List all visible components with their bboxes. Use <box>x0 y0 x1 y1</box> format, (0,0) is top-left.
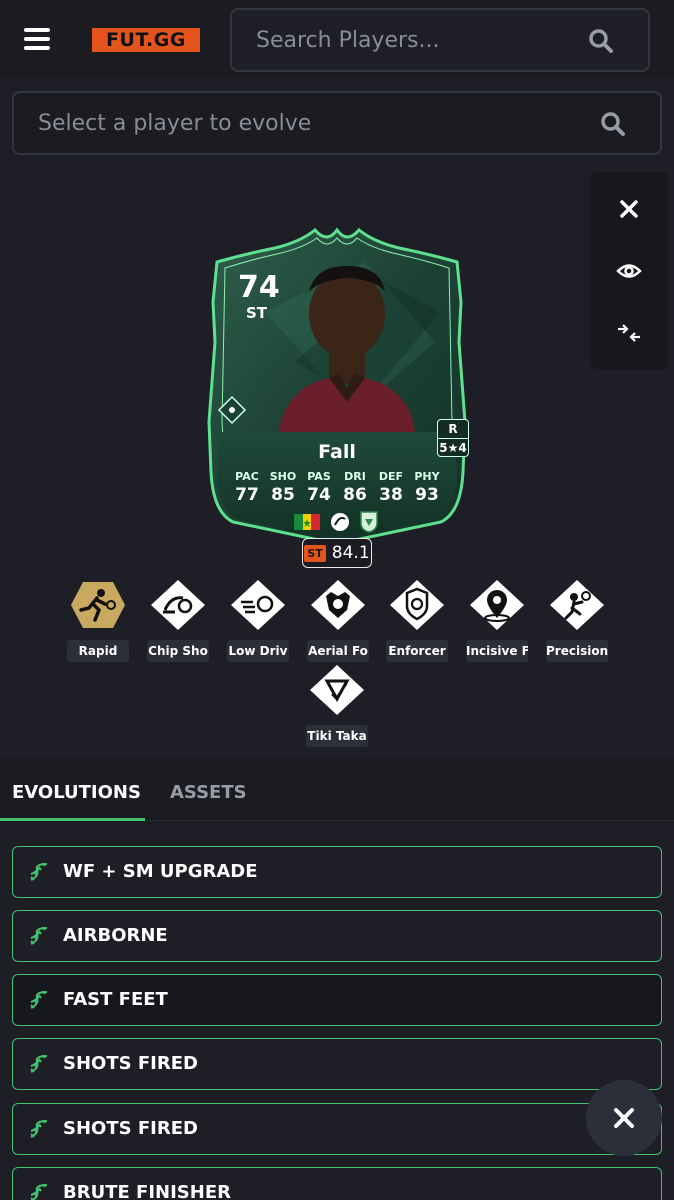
card-rating: 74 <box>238 270 280 305</box>
close-tool-button[interactable] <box>590 180 668 238</box>
evolution-item[interactable]: SHOTS FIRED <box>12 1038 662 1090</box>
view-tool-button[interactable] <box>590 242 668 300</box>
dna-icon <box>30 1119 48 1138</box>
dna-icon <box>30 1183 48 1200</box>
close-icon <box>614 1108 634 1128</box>
player-select-placeholder: Select a player to evolve <box>38 111 312 136</box>
stat-sho: SHO 85 <box>265 470 301 505</box>
dna-icon <box>30 862 48 881</box>
aerial-fortress-icon <box>311 580 365 630</box>
league-logo-icon <box>331 513 349 531</box>
tab-bar: EVOLUTIONS ASSETS <box>0 758 674 820</box>
preferred-foot: R <box>448 422 458 436</box>
top-header: FUT.GG Search Players... <box>0 0 674 78</box>
evolution-item[interactable]: BRUTE FINISHER <box>12 1167 662 1200</box>
evolution-label: FAST FEET <box>63 989 168 1010</box>
stat-label: DRI <box>344 470 366 483</box>
playstyle-rapid[interactable]: Rapid <box>64 576 132 662</box>
playstyle-incisive-pass[interactable]: Incisive F <box>463 576 531 662</box>
search-icon[interactable] <box>588 28 614 54</box>
evolution-label: AIRBORNE <box>63 925 168 946</box>
search-players-placeholder: Search Players... <box>256 28 440 53</box>
playstyle-label: Low Driv <box>227 640 289 662</box>
senegal-flag-icon <box>294 514 320 530</box>
stat-pac: PAC 77 <box>229 470 265 505</box>
stat-label: PAS <box>307 470 331 483</box>
badge-position: ST <box>304 544 326 562</box>
menu-icon[interactable] <box>24 28 50 50</box>
search-players-input[interactable]: Search Players... <box>230 8 650 72</box>
playstyle-aerial-fortress[interactable]: Aerial Fo <box>304 576 372 662</box>
close-icon <box>620 200 638 218</box>
enforcer-icon <box>390 580 444 630</box>
card-position: ST <box>246 304 268 322</box>
playstyle-label: Rapid <box>67 640 129 662</box>
evolution-label: WF + SM UPGRADE <box>63 861 258 882</box>
stat-value: 38 <box>379 485 403 505</box>
evolution-label: SHOTS FIRED <box>63 1053 198 1074</box>
playstyle-label: Enforcer <box>386 640 448 662</box>
floating-close-button[interactable] <box>586 1080 662 1156</box>
stat-value: 77 <box>235 485 259 505</box>
dna-icon <box>30 1054 48 1073</box>
playstyle-label: Chip Sho <box>147 640 209 662</box>
compress-arrows-icon <box>618 324 640 342</box>
stat-label: DEF <box>378 470 404 483</box>
stat-phy: PHY 93 <box>409 470 445 505</box>
club-crest-icon <box>360 511 378 533</box>
evolution-item[interactable]: SHOTS FIRED <box>12 1103 662 1155</box>
stat-pas: PAS 74 <box>301 470 337 505</box>
playstyle-tiki-taka[interactable]: Tiki Taka <box>303 661 371 747</box>
playstyle-precision-header[interactable]: Precision <box>543 576 611 662</box>
active-tab-indicator <box>0 818 145 821</box>
incisive-pass-icon <box>470 580 524 630</box>
playstyle-low-driven-shot[interactable]: Low Driv <box>224 576 292 662</box>
tab-assets[interactable]: ASSETS <box>170 782 247 803</box>
badge-rating: 84.1 <box>331 543 370 563</box>
stat-value: 86 <box>343 485 367 505</box>
stat-label: PHY <box>414 470 440 483</box>
precision-header-icon <box>550 580 604 630</box>
evolution-label: BRUTE FINISHER <box>63 1182 231 1200</box>
stat-value: 74 <box>307 485 331 505</box>
card-tools-panel <box>590 172 668 369</box>
compare-tool-button[interactable] <box>590 304 668 362</box>
fut-gg-logo[interactable]: FUT.GG <box>92 28 200 52</box>
evolution-label: SHOTS FIRED <box>63 1118 198 1139</box>
dna-icon <box>30 926 48 945</box>
playstyle-label: Aerial Fo <box>307 640 369 662</box>
eye-icon <box>616 264 642 278</box>
chip-shot-icon <box>151 580 205 630</box>
foot-skills-badge: R 5★4 <box>437 419 469 457</box>
stat-value: 93 <box>415 485 439 505</box>
tiki-taka-icon <box>310 665 364 715</box>
playstyle-chip-shot[interactable]: Chip Sho <box>144 576 212 662</box>
evolution-item[interactable]: FAST FEET <box>12 974 662 1026</box>
stat-label: SHO <box>269 470 297 483</box>
playstyle-label: Tiki Taka <box>306 725 368 747</box>
evolution-item[interactable]: WF + SM UPGRADE <box>12 846 662 898</box>
low-driven-shot-icon <box>231 580 285 630</box>
stat-def: DEF 38 <box>373 470 409 505</box>
tab-evolutions[interactable]: EVOLUTIONS <box>12 782 141 803</box>
skills-weakfoot: 5★4 <box>438 438 468 456</box>
player-select-input[interactable]: Select a player to evolve <box>12 91 662 155</box>
playstyle-enforcer[interactable]: Enforcer <box>383 576 451 662</box>
stat-dri: DRI 86 <box>337 470 373 505</box>
evolution-item[interactable]: AIRBORNE <box>12 910 662 962</box>
playstyle-label: Incisive F <box>466 640 528 662</box>
evo-rating-badge: ST 84.1 <box>302 538 372 568</box>
dna-icon <box>30 990 48 1009</box>
playstyle-label: Precision <box>546 640 608 662</box>
rapid-icon <box>71 582 125 628</box>
stat-value: 85 <box>271 485 295 505</box>
stat-label: PAC <box>235 470 259 483</box>
player-name: Fall <box>318 441 356 463</box>
search-icon[interactable] <box>600 111 626 137</box>
